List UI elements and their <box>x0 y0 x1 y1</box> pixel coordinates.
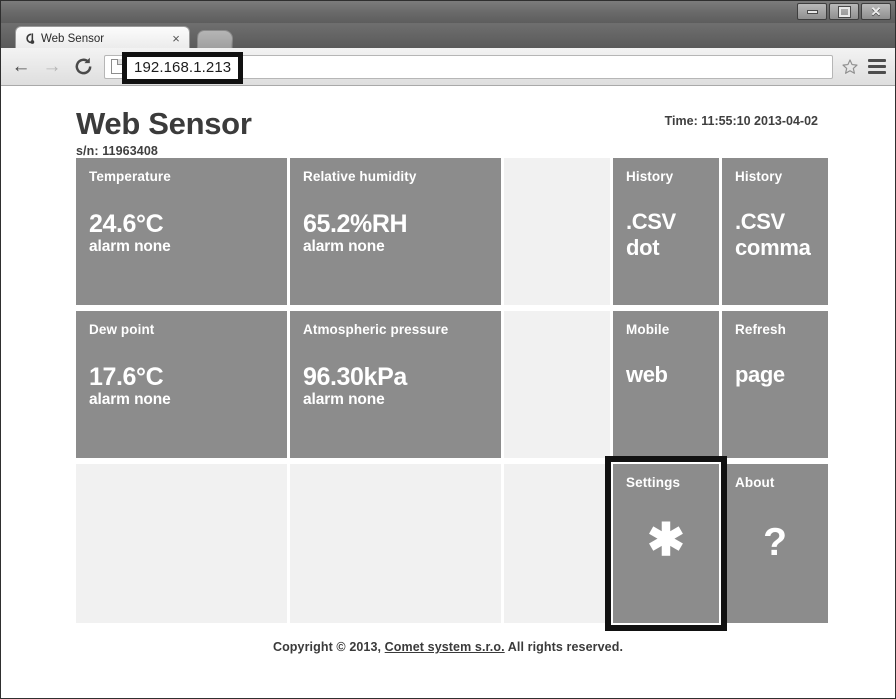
tile-label: History <box>626 169 674 184</box>
window-controls: ✕ <box>797 3 891 20</box>
hamburger-line-3 <box>868 71 886 74</box>
close-icon: ✕ <box>870 4 882 19</box>
browser-window: ✕ Web Sensor × ← → 192.168.1.213 Web Sen… <box>0 0 896 699</box>
brand-block: Web Sensor s/n: 11963408 <box>19 106 252 158</box>
tile-value: 65.2%RH <box>303 210 408 239</box>
tile-history-csv-dot[interactable]: History .CSV dot <box>613 158 719 305</box>
tile-dew-point[interactable]: Dew point 17.6°C alarm none <box>76 311 287 458</box>
tile-label: Relative humidity <box>303 169 417 184</box>
tile-label: Mobile <box>626 322 670 337</box>
tile-sub: dot <box>626 234 660 260</box>
address-bar[interactable]: 192.168.1.213 <box>104 51 833 84</box>
tile-relative-humidity[interactable]: Relative humidity 65.2%RH alarm none <box>290 158 501 305</box>
tab-strip: Web Sensor × <box>1 23 895 50</box>
tile-value: web <box>626 362 668 388</box>
tile-spacer-r1 <box>504 158 610 305</box>
tile-value: 96.30kPa <box>303 363 407 392</box>
tile-spacer-r3a <box>76 464 287 623</box>
tile-settings[interactable]: Settings ✱ <box>605 456 727 631</box>
tile-label: Settings <box>626 475 681 490</box>
hamburger-line-1 <box>868 59 886 62</box>
url-highlight-annotation: 192.168.1.213 <box>122 51 244 84</box>
page-viewport: Web Sensor s/n: 11963408 Time: 11:55:10 … <box>1 86 895 698</box>
tile-spacer-r3c <box>504 464 610 623</box>
tile-value: 24.6°C <box>89 210 164 239</box>
tile-sub: comma <box>735 234 811 260</box>
tile-label: Dew point <box>89 322 155 337</box>
new-tab-button[interactable] <box>196 30 234 48</box>
tile-mobile-web[interactable]: Mobile web <box>613 311 719 458</box>
tile-label: Temperature <box>89 169 171 184</box>
tile-label: About <box>735 475 775 490</box>
tile-value: page <box>735 362 785 388</box>
tile-grid: Temperature 24.6°C alarm none Relative humi… <box>76 158 828 631</box>
page-footer: Copyright © 2013, Comet system s.r.o. Al… <box>19 640 877 654</box>
minimize-icon <box>806 9 818 14</box>
reload-icon[interactable] <box>71 55 95 79</box>
maximize-icon <box>837 5 851 18</box>
tile-about[interactable]: About? <box>722 464 828 623</box>
tile-value: .CSV <box>626 209 676 235</box>
hamburger-line-2 <box>868 65 886 68</box>
footer-suffix: All rights reserved. <box>504 640 624 654</box>
question-mark-icon: ? <box>763 521 787 565</box>
footer-company-link[interactable]: Comet system s.r.o. <box>385 640 505 654</box>
footer-prefix: Copyright © 2013, <box>272 640 385 654</box>
tile-label: History <box>735 169 783 184</box>
browser-toolbar: ← → 192.168.1.213 <box>1 48 895 86</box>
tile-value: 17.6°C <box>89 363 164 392</box>
hamburger-menu-icon[interactable] <box>867 56 887 78</box>
tile-temperature[interactable]: Temperature 24.6°C alarm none <box>76 158 287 305</box>
minimize-button[interactable] <box>797 3 827 20</box>
asterisk-icon: ✱ <box>647 514 685 566</box>
close-button[interactable]: ✕ <box>861 3 891 20</box>
back-icon[interactable]: ← <box>9 55 33 79</box>
window-titlebar: ✕ <box>1 1 895 23</box>
tile-spacer-r3b <box>290 464 501 623</box>
comet-c-icon <box>22 31 37 46</box>
tile-value: .CSV <box>735 209 785 235</box>
time-display: Time: 11:55:10 2013-04-02 <box>664 114 818 128</box>
bookmark-star-icon[interactable] <box>840 57 860 77</box>
maximize-button[interactable] <box>829 3 859 20</box>
url-text[interactable]: 192.168.1.213 <box>134 59 231 76</box>
tile-label: Refresh <box>735 322 786 337</box>
tile-atmospheric-pressure[interactable]: Atmospheric pressure 96.30kPa alarm none <box>290 311 501 458</box>
tile-spacer-r2 <box>504 311 610 458</box>
tab-close-icon[interactable]: × <box>169 32 183 45</box>
tab-title: Web Sensor <box>41 32 105 45</box>
tab-web-sensor[interactable]: Web Sensor × <box>15 26 190 50</box>
tile-sub: alarm none <box>303 391 385 409</box>
tile-label: Atmospheric pressure <box>303 322 449 337</box>
tile-sub: alarm none <box>89 391 171 409</box>
serial-number: s/n: 11963408 <box>76 143 158 158</box>
tile-history-csv-comma[interactable]: History .CSV comma <box>722 158 828 305</box>
tile-sub: alarm none <box>303 238 385 256</box>
page-header: Web Sensor s/n: 11963408 Time: 11:55:10 … <box>19 86 877 158</box>
forward-icon[interactable]: → <box>40 55 64 79</box>
page-title: Web Sensor <box>76 106 252 141</box>
tile-refresh-page[interactable]: Refresh page <box>722 311 828 458</box>
tile-sub: alarm none <box>89 238 171 256</box>
